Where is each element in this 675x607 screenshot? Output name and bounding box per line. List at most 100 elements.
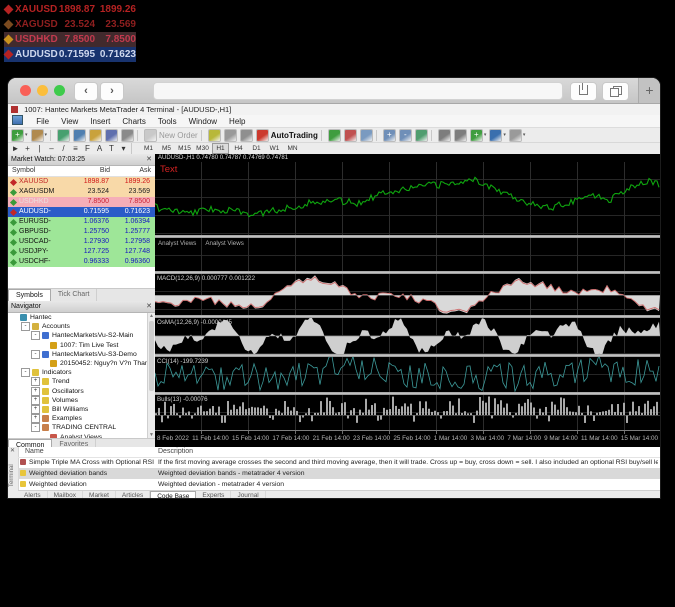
new-order-label[interactable]: New Order bbox=[159, 131, 198, 140]
market-watch-row[interactable]: XAUUSD1898.871899.26 bbox=[8, 177, 155, 187]
autotrading-label[interactable]: AutoTrading bbox=[271, 131, 318, 140]
collapse-icon[interactable]: - bbox=[31, 331, 40, 340]
terminal-tab-experts[interactable]: Experts bbox=[196, 491, 231, 498]
price-chart-panel[interactable]: Text bbox=[155, 162, 660, 235]
timeframe-m5[interactable]: M5 bbox=[158, 143, 175, 154]
dropdown-arrow-icon[interactable]: ▾ bbox=[484, 132, 487, 138]
bulls-panel[interactable]: Bulls(13) -0.00076 bbox=[155, 395, 660, 430]
zoom-in-icon[interactable]: + bbox=[383, 129, 396, 142]
timeframe-m30[interactable]: M30 bbox=[194, 143, 211, 154]
terminal-tab-journal[interactable]: Journal bbox=[231, 491, 265, 498]
new-chart-icon[interactable]: + bbox=[11, 129, 24, 142]
expand-icon[interactable]: + bbox=[31, 377, 40, 386]
navigator-scrollbar[interactable]: ▲▼ bbox=[147, 313, 155, 438]
share-button[interactable] bbox=[570, 82, 597, 101]
zoom-window-button[interactable] bbox=[54, 85, 65, 96]
new-tab-button[interactable]: + bbox=[638, 78, 660, 103]
menu-item-insert[interactable]: Insert bbox=[84, 116, 116, 128]
codebase-row[interactable]: Weighted deviation bandsWeighted deviati… bbox=[18, 468, 660, 479]
tab-tick-chart[interactable]: Tick Chart bbox=[51, 289, 98, 301]
menu-item-tools[interactable]: Tools bbox=[152, 116, 183, 128]
close-window-button[interactable] bbox=[20, 85, 31, 96]
expand-icon[interactable]: + bbox=[31, 387, 40, 396]
zoom-out-icon[interactable]: - bbox=[399, 129, 412, 142]
navigator-item[interactable]: 1007: Tim Live Test bbox=[8, 341, 155, 350]
market-watch-row[interactable]: USDJPY-127.725127.748 bbox=[8, 247, 155, 257]
cascade-icon[interactable] bbox=[438, 129, 451, 142]
dropdown-arrow-icon[interactable]: ▾ bbox=[45, 132, 48, 138]
cursor-tool-icon[interactable]: ► bbox=[11, 144, 20, 153]
account-icon[interactable] bbox=[224, 129, 237, 142]
terminal-icon[interactable] bbox=[105, 129, 118, 142]
minimize-window-button[interactable] bbox=[37, 85, 48, 96]
navigator-item[interactable]: -HantecMarketsVu-S3-Demo bbox=[8, 350, 155, 359]
trendline-tool-icon[interactable]: / bbox=[59, 144, 68, 153]
crosshair-tool-icon[interactable]: + bbox=[23, 144, 32, 153]
text-tool-icon[interactable]: A bbox=[95, 144, 104, 153]
expand-icon[interactable]: + bbox=[31, 414, 40, 423]
navigator-item[interactable]: -Accounts bbox=[8, 322, 155, 331]
hline-tool-icon[interactable]: – bbox=[47, 144, 56, 153]
channel-tool-icon[interactable]: ≡ bbox=[71, 144, 80, 153]
objects-icon[interactable] bbox=[360, 129, 373, 142]
autotrading-icon[interactable] bbox=[256, 129, 269, 142]
navigator-item[interactable]: +Bill Williams bbox=[8, 405, 155, 414]
timeframe-d1[interactable]: D1 bbox=[248, 143, 265, 154]
navigator-item[interactable]: +Volumes bbox=[8, 396, 155, 405]
new-order-icon[interactable] bbox=[144, 129, 157, 142]
market-watch-row[interactable]: XAGUSDM23.52423.569 bbox=[8, 187, 155, 197]
market-watch-row[interactable]: EURUSD-1.063761.06394 bbox=[8, 217, 155, 227]
menu-item-help[interactable]: Help bbox=[223, 116, 251, 128]
analyst-views-panel[interactable]: Analyst ViewsAnalyst Views bbox=[155, 238, 660, 271]
vline-tool-icon[interactable]: | bbox=[35, 144, 44, 153]
terminal-tab-alerts[interactable]: Alerts bbox=[18, 491, 48, 498]
navigator-item[interactable]: Analyst Views bbox=[8, 432, 155, 438]
templates-icon[interactable] bbox=[509, 129, 522, 142]
indicators-up-icon[interactable] bbox=[328, 129, 341, 142]
terminal-tab-code-base[interactable]: Code Base bbox=[150, 491, 196, 498]
macd-panel[interactable]: MACD(12,26,9) 0.000777 0.001222 bbox=[155, 274, 660, 315]
navigator-item[interactable]: 20150452: Nguy?n V?n Thanh bbox=[8, 359, 155, 368]
time-axis[interactable]: 8 Feb 202211 Feb 14:0015 Feb 14:0017 Feb… bbox=[155, 430, 660, 447]
tile-windows-icon[interactable] bbox=[415, 129, 428, 142]
navigator-item[interactable]: +Trend bbox=[8, 377, 155, 386]
back-button[interactable]: ‹ bbox=[74, 82, 98, 101]
menu-item-file[interactable]: File bbox=[30, 116, 55, 128]
community-icon[interactable] bbox=[240, 129, 253, 142]
cci-panel[interactable]: CCI(14) -199.7239 bbox=[155, 357, 660, 392]
codebase-row[interactable]: Weighted deviationWeighted deviation - m… bbox=[18, 479, 660, 490]
dropdown-arrow-icon[interactable]: ▾ bbox=[523, 132, 526, 138]
osma-panel[interactable]: OsMA(12,26,9) -0.0000445 bbox=[155, 318, 660, 354]
forward-button[interactable]: › bbox=[100, 82, 124, 101]
address-bar[interactable] bbox=[153, 82, 563, 100]
navigator-item[interactable]: +Oscillators bbox=[8, 387, 155, 396]
close-icon[interactable]: ✕ bbox=[10, 447, 15, 454]
expand-icon[interactable]: + bbox=[31, 396, 40, 405]
timeframe-m1[interactable]: M1 bbox=[140, 143, 157, 154]
close-icon[interactable]: ✕ bbox=[146, 301, 152, 312]
arrange-icon[interactable] bbox=[454, 129, 467, 142]
fibonacci-tool-icon[interactable]: F bbox=[83, 144, 92, 153]
navigator-item[interactable]: -TRADING CENTRAL bbox=[8, 423, 155, 432]
label-tool-icon[interactable]: T bbox=[107, 144, 116, 153]
dropdown-arrow-icon[interactable]: ▾ bbox=[25, 132, 28, 138]
market-watch-row[interactable]: USDCHF-0.963330.96360 bbox=[8, 257, 155, 267]
timeframe-mn[interactable]: MN bbox=[284, 143, 301, 154]
strategy-tester-icon[interactable] bbox=[121, 129, 134, 142]
indicators-down-icon[interactable] bbox=[344, 129, 357, 142]
chart-text-annotation[interactable]: Text bbox=[160, 164, 177, 175]
timeframe-h1[interactable]: H1 bbox=[212, 143, 229, 154]
menu-item-view[interactable]: View bbox=[55, 116, 84, 128]
navigator-icon[interactable] bbox=[89, 129, 102, 142]
data-window-icon[interactable] bbox=[73, 129, 86, 142]
menu-item-window[interactable]: Window bbox=[183, 116, 223, 128]
timeframe-w1[interactable]: W1 bbox=[266, 143, 283, 154]
dropdown-arrow-icon[interactable]: ▾ bbox=[503, 132, 506, 138]
chart-window[interactable]: AUDUSD-,H1 0.74780 0.74787 0.74769 0.747… bbox=[155, 154, 660, 447]
profiles-icon[interactable] bbox=[31, 129, 44, 142]
collapse-icon[interactable]: - bbox=[21, 322, 30, 331]
codebase-row[interactable]: Simple Triple MA Cross with Optional RSI… bbox=[18, 457, 660, 468]
collapse-icon[interactable]: - bbox=[21, 368, 30, 377]
navigator-item[interactable]: +Examples bbox=[8, 414, 155, 423]
market-watch-row[interactable]: USDCAD-1.279301.27958 bbox=[8, 237, 155, 247]
